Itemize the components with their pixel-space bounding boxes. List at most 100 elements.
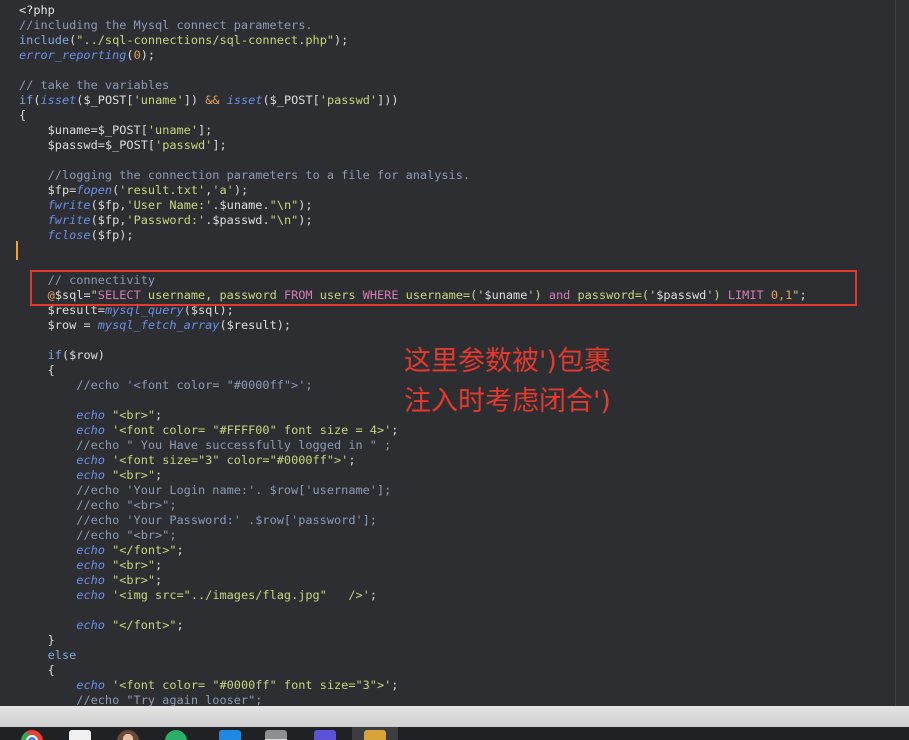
code-string: "</font>"	[112, 543, 177, 557]
code-text: ;	[155, 573, 163, 587]
code-line[interactable]: echo "<br>";	[19, 573, 807, 588]
code-function: echo	[76, 543, 105, 557]
code-line[interactable]	[19, 153, 807, 168]
code-string: "<br>"	[112, 468, 156, 482]
code-text: );	[119, 228, 134, 242]
code-string: 'a'	[212, 183, 234, 197]
code-line[interactable]: echo '<font color= "#0000ff" font size="…	[19, 678, 807, 693]
code-text: {	[19, 663, 55, 677]
code-line[interactable]: echo '<font size="3" color="#0000ff">';	[19, 453, 807, 468]
white-app-icon[interactable]	[69, 730, 91, 740]
code-string: 'result.txt'	[119, 183, 206, 197]
code-function: fwrite	[47, 198, 91, 212]
code-line[interactable]: echo '<img src="../images/flag.jpg" />';	[19, 588, 807, 603]
code-function: fwrite	[47, 213, 91, 227]
code-line[interactable]: //echo "Try again looser";	[19, 693, 807, 706]
annotation-note: 这里参数被')包裹 注入时考虑闭合')	[404, 342, 611, 422]
code-string: 'Password:'	[126, 213, 206, 227]
code-operator: &&	[205, 93, 220, 107]
code-variable: $result	[226, 318, 277, 332]
code-line[interactable]: echo "<br>";	[19, 558, 807, 573]
code-line[interactable]: error_reporting(0);	[19, 48, 807, 63]
active-line-marker	[16, 241, 18, 260]
code-line[interactable]: include("../sql-connections/sql-connect.…	[19, 33, 807, 48]
code-function: isset	[226, 93, 263, 107]
blue-app-icon[interactable]	[219, 730, 241, 740]
code-line[interactable]	[19, 243, 807, 258]
code-line[interactable]: {	[19, 663, 807, 678]
code-line[interactable]	[19, 603, 807, 618]
code-text: );	[298, 198, 313, 212]
wechat-icon[interactable]	[165, 730, 187, 740]
code-line[interactable]: echo '<font color= "#FFFF00" font size =…	[19, 423, 807, 438]
code-line[interactable]: <?php	[19, 3, 807, 18]
code-function: echo	[76, 423, 105, 437]
code-text: (	[90, 213, 98, 227]
code-text: (	[262, 93, 270, 107]
code-text: {	[19, 108, 27, 122]
code-line[interactable]: {	[19, 108, 807, 123]
code-text: ;	[155, 468, 163, 482]
code-line[interactable]: $passwd=$_POST['passwd'];	[19, 138, 807, 153]
code-text: }	[19, 633, 55, 647]
code-line[interactable]: if(isset($_POST['uname']) && isset($_POS…	[19, 93, 807, 108]
code-function: echo	[76, 573, 105, 587]
code-line[interactable]: //logging the connection parameters to a…	[19, 168, 807, 183]
code-string: '<img src="../images/flag.jpg" />'	[112, 588, 370, 602]
code-string: "../sql-connections/sql-connect.php"	[76, 33, 335, 47]
code-line[interactable]: $fp=fopen('result.txt','a');	[19, 183, 807, 198]
code-line[interactable]: //echo 'Your Login name:'. $row['usernam…	[19, 483, 807, 498]
folder-icon[interactable]	[364, 730, 386, 740]
code-line[interactable]: $row = mysql_fetch_array($result);	[19, 318, 807, 333]
code-text: ];	[212, 138, 227, 152]
code-line[interactable]: fclose($fp);	[19, 228, 807, 243]
code-line[interactable]: echo "<br>";	[19, 468, 807, 483]
code-line[interactable]: //echo " You Have successfully logged in…	[19, 438, 807, 453]
code-line[interactable]: // take the variables	[19, 78, 807, 93]
code-text: =	[90, 123, 98, 137]
gray-app-icon[interactable]	[265, 730, 287, 740]
code-text: {	[19, 363, 55, 377]
purple-app-icon[interactable]	[314, 730, 336, 740]
code-line[interactable]: fwrite($fp,'User Name:'.$uname."\n");	[19, 198, 807, 213]
user-avatar-icon[interactable]	[117, 730, 139, 740]
code-keyword: if	[19, 93, 34, 107]
code-line[interactable]: //echo 'Your Password:' .$row['password'…	[19, 513, 807, 528]
code-variable: $row	[69, 348, 98, 362]
code-text: (	[126, 48, 134, 62]
vertical-scrollbar[interactable]	[895, 0, 909, 706]
code-text: ]))	[377, 93, 399, 107]
code-text: ;	[155, 558, 163, 572]
code-line[interactable]: echo "</font>";	[19, 543, 807, 558]
code-comment: // take the variables	[19, 78, 170, 92]
code-line[interactable]: //echo "<br>";	[19, 498, 807, 513]
code-function: echo	[76, 618, 105, 632]
code-editor[interactable]: <?php//including the Mysql connect param…	[0, 0, 895, 706]
chrome-icon[interactable]	[21, 730, 43, 740]
code-variable: $passwd	[212, 213, 263, 227]
code-line[interactable]: //including the Mysql connect parameters…	[19, 18, 807, 33]
code-text: [	[147, 138, 156, 152]
code-line[interactable]	[19, 63, 807, 78]
code-line[interactable]: $uname=$_POST['uname'];	[19, 123, 807, 138]
code-string: 'uname'	[133, 93, 184, 107]
code-text: ];	[198, 123, 213, 137]
code-text: );	[334, 33, 349, 47]
code-line[interactable]: echo "</font>";	[19, 618, 807, 633]
code-line[interactable]: fwrite($fp,'Password:'.$passwd."\n");	[19, 213, 807, 228]
code-line[interactable]: //echo "<br>";	[19, 528, 807, 543]
code-line[interactable]: }	[19, 633, 807, 648]
code-line[interactable]: else	[19, 648, 807, 663]
code-text: =	[97, 138, 105, 152]
code-string: "\n"	[269, 213, 299, 227]
